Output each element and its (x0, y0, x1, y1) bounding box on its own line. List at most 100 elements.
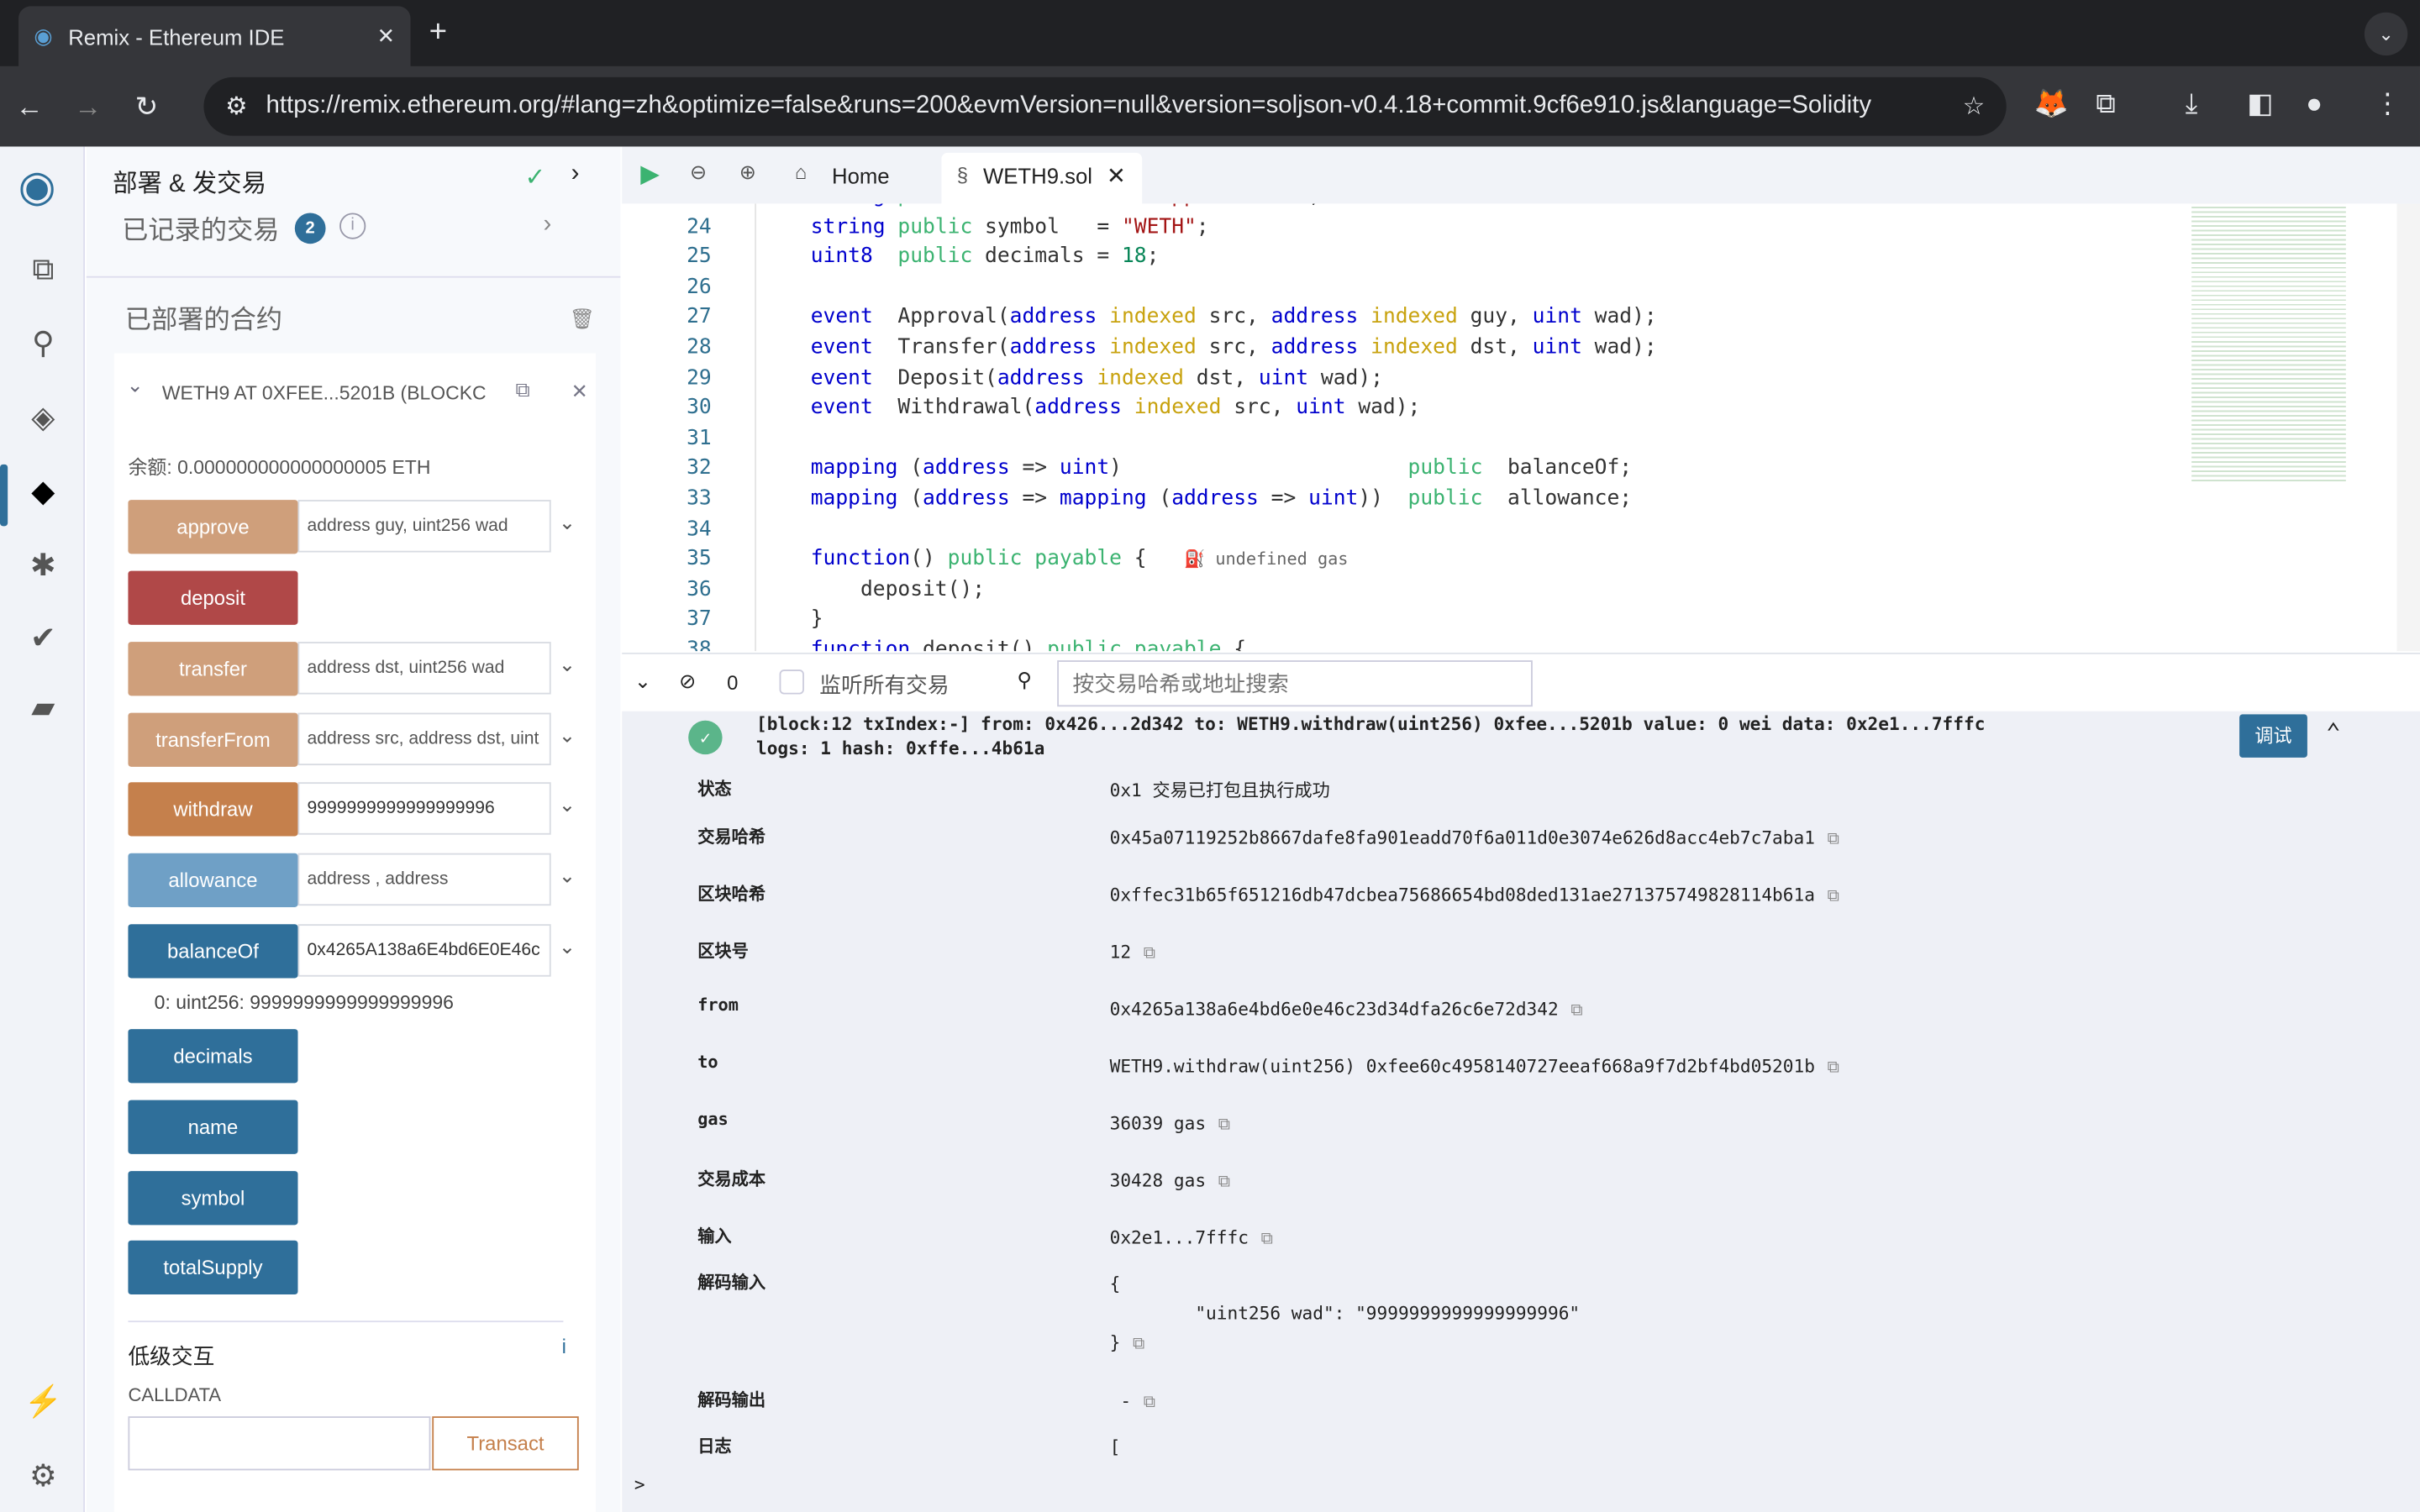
copy-icon[interactable]: ⧉ (1133, 1333, 1144, 1353)
copy-icon[interactable]: ⧉ (1828, 885, 1839, 906)
forward-icon[interactable]: → (59, 90, 118, 123)
trash-icon[interactable]: 🗑 (570, 307, 595, 332)
function-button-allowance[interactable]: allowance (128, 853, 298, 907)
remix-logo-icon[interactable]: ◉ (15, 165, 58, 208)
function-input-balanceOf[interactable]: 0x4265A138a6E4bd6E0E46c (297, 924, 551, 977)
editor-scrollbar[interactable] (2396, 203, 2420, 652)
zoom-in-icon[interactable]: ⊕ (739, 160, 756, 185)
function-button-transferFrom[interactable]: transferFrom (128, 712, 298, 767)
metamask-icon[interactable]: 🦊 (2034, 88, 2069, 121)
console-prompt[interactable]: > (634, 1473, 645, 1495)
function-button-decimals[interactable]: decimals (128, 1029, 298, 1084)
debugger-icon[interactable]: ✱ (22, 544, 65, 587)
copy-icon[interactable]: ⧉ (515, 378, 529, 402)
close-icon[interactable]: ✕ (571, 380, 588, 404)
copy-icon[interactable]: ⧉ (1828, 828, 1839, 848)
sidepanel-icon[interactable]: ◧ (2247, 88, 2273, 121)
site-info-icon[interactable]: ⚙ (225, 91, 247, 122)
expand-chevron-icon[interactable]: ⌄ (559, 723, 576, 748)
expand-chevron-icon[interactable]: ⌄ (559, 935, 576, 959)
copy-icon[interactable]: ⧉ (1144, 1392, 1155, 1412)
tab-search-button[interactable]: ⌄ (2364, 12, 2408, 56)
line-number: 35 (687, 548, 712, 571)
function-button-symbol[interactable]: symbol (128, 1171, 298, 1226)
info-icon[interactable]: i (562, 1335, 566, 1358)
download-icon[interactable]: ⤓ (2186, 88, 2198, 121)
minimap[interactable] (2191, 203, 2346, 482)
function-button-deposit[interactable]: deposit (128, 570, 298, 625)
expand-chevron-icon[interactable]: ⌄ (559, 653, 576, 677)
function-button-approve[interactable]: approve (128, 500, 298, 554)
search-icon[interactable]: ⚲ (22, 323, 65, 365)
recorded-transactions[interactable]: 已记录的交易 (122, 208, 279, 247)
browser-tab[interactable]: ◉ Remix - Ethereum IDE ✕ (18, 6, 411, 66)
line-number: 31 (687, 427, 712, 450)
divider (86, 276, 621, 278)
function-button-withdraw[interactable]: withdraw (128, 782, 298, 837)
testing-icon[interactable]: ✔ (22, 617, 65, 660)
expand-chevron-icon[interactable]: ⌄ (559, 793, 576, 817)
learneth-icon[interactable]: ▰ (22, 686, 65, 729)
info-icon[interactable]: i (339, 213, 366, 239)
deploy-run-icon[interactable]: ◆ (22, 470, 65, 513)
function-input-allowance[interactable]: address , address (297, 853, 551, 906)
copy-icon[interactable]: ⧉ (1828, 1057, 1839, 1077)
debug-button[interactable]: 调试 (2239, 714, 2307, 758)
clear-console-icon[interactable]: ⊘ (679, 669, 696, 694)
bookmark-star-icon[interactable]: ☆ (1963, 91, 1985, 122)
collapse-terminal-icon[interactable]: ⌄ (634, 669, 651, 694)
function-button-balanceOf[interactable]: balanceOf (128, 924, 298, 979)
tx-summary[interactable]: [block:12 txIndex:-] from: 0x426...2d342… (756, 713, 1985, 735)
chevron-right-icon[interactable]: › (571, 160, 580, 188)
copy-icon[interactable]: ⧉ (1570, 1000, 1582, 1020)
chevron-up-icon[interactable]: ⌃ (2326, 717, 2341, 747)
code-line: mapping (address => uint) public balance… (810, 457, 1633, 480)
copy-icon[interactable]: ⧉ (1261, 1228, 1273, 1248)
reload-icon[interactable]: ↻ (118, 90, 176, 123)
profile-avatar[interactable]: ● (2306, 88, 2323, 121)
calldata-input[interactable] (128, 1416, 431, 1471)
chevron-down-icon[interactable]: ⌄ (127, 373, 144, 397)
gutter-divider (755, 203, 756, 652)
instance-title[interactable]: WETH9 AT 0XFEE...5201B (BLOCKCH (162, 383, 487, 405)
function-input-transferFrom[interactable]: address src, address dst, uint (297, 712, 551, 766)
close-tab-icon[interactable]: ✕ (1107, 162, 1126, 190)
menu-icon[interactable]: ⋮ (2374, 88, 2402, 121)
plugin-manager-icon[interactable]: ⚡ (22, 1381, 65, 1424)
zoom-out-icon[interactable]: ⊖ (690, 160, 707, 185)
new-tab-button[interactable]: + (429, 15, 447, 50)
function-input-approve[interactable]: address guy, uint256 wad (297, 500, 551, 553)
close-tab-icon[interactable]: ✕ (377, 24, 396, 50)
function-button-totalSupply[interactable]: totalSupply (128, 1240, 298, 1295)
copy-icon[interactable]: ⧉ (1144, 942, 1155, 963)
copy-icon[interactable]: ⧉ (1218, 1171, 1230, 1191)
function-input-withdraw[interactable]: 9999999999999999996 (297, 782, 551, 835)
tab-home[interactable]: Home (832, 164, 890, 188)
active-indicator (0, 464, 8, 527)
terminal-search-input[interactable] (1057, 660, 1533, 707)
tx-detail-value: 36039 gas ⧉ (1110, 1110, 1231, 1139)
code-editor[interactable]: 23 string public name = "Wrapped Ether";… (622, 203, 2397, 652)
code-line: event Transfer(address indexed src, addr… (810, 336, 1657, 360)
url-field[interactable]: ⚙ https://remix.ethereum.org/#lang=zh&op… (203, 76, 2007, 136)
chevron-right-icon[interactable]: › (544, 212, 552, 239)
expand-chevron-icon[interactable]: ⌄ (559, 511, 576, 535)
copy-icon[interactable]: ⧉ (1218, 1114, 1230, 1134)
file-explorer-icon[interactable]: ⧉ (22, 249, 65, 291)
line-number: 25 (687, 245, 712, 269)
tx-detail-value: 0xffec31b65f651216db47dcbea75686654bd08d… (1110, 881, 1839, 911)
transact-button[interactable]: Transact (432, 1416, 579, 1471)
function-button-transfer[interactable]: transfer (128, 642, 298, 696)
tab-weth9[interactable]: § WETH9.sol ✕ (941, 152, 1143, 204)
back-icon[interactable]: ← (0, 90, 59, 123)
tx-detail-text: { "uint256 wad": "9999999999999999996" } (1109, 1273, 1581, 1353)
listen-checkbox[interactable] (779, 669, 804, 695)
settings-gear-icon[interactable]: ⚙ (22, 1455, 65, 1498)
run-icon[interactable]: ▶ (640, 159, 660, 190)
function-button-name[interactable]: name (128, 1100, 298, 1154)
solidity-compiler-icon[interactable]: ◈ (22, 396, 65, 439)
tx-detail-value: - ⧉ (1110, 1387, 1155, 1416)
function-input-transfer[interactable]: address dst, uint256 wad (297, 642, 551, 695)
expand-chevron-icon[interactable]: ⌄ (559, 864, 576, 889)
extensions-icon[interactable]: ⧉ (2096, 88, 2116, 121)
